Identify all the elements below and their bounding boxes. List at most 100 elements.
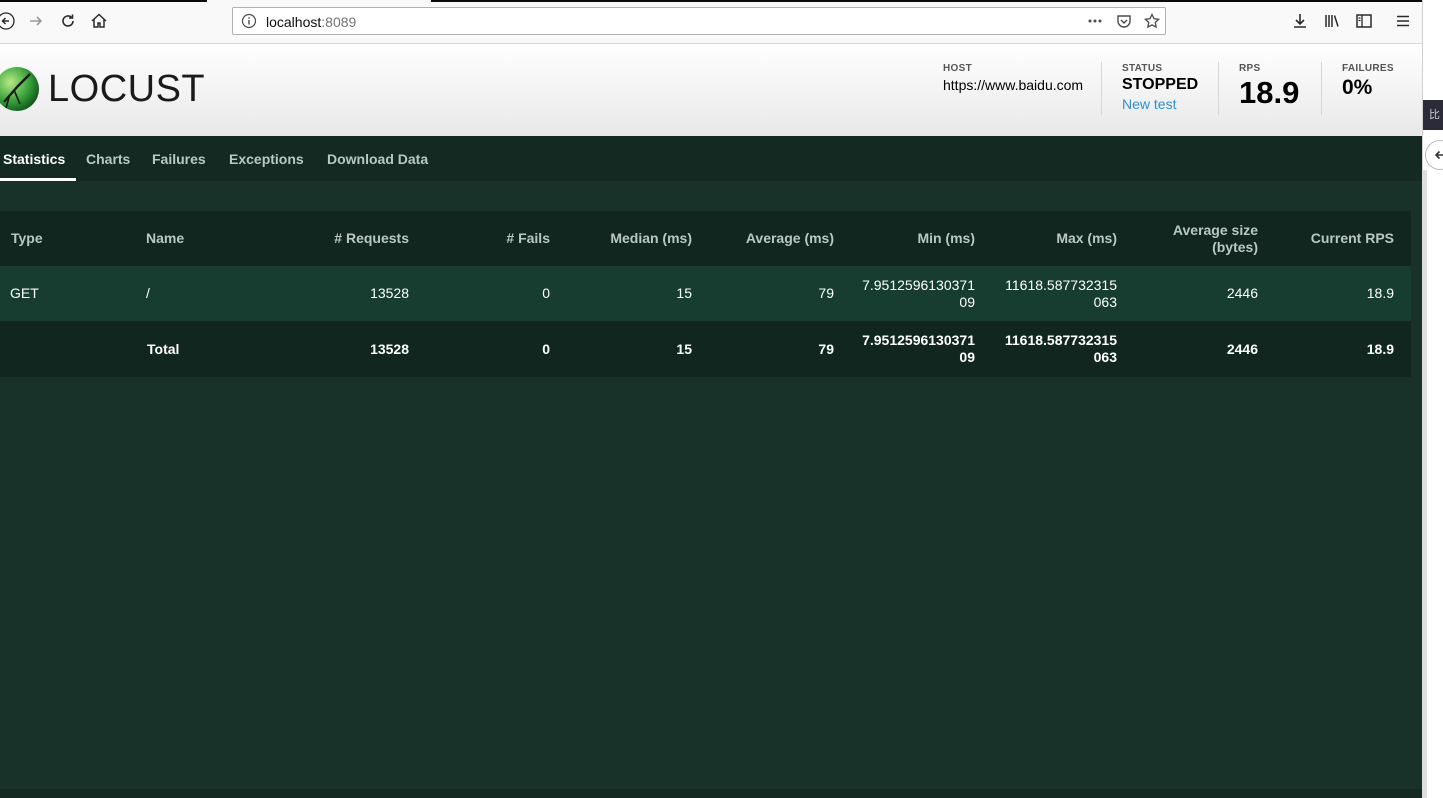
total-current-rps-text: 18.9 [1366, 340, 1394, 357]
total-max-text: 11618.587732315 063 [1005, 332, 1117, 366]
total-fails: 0 [542, 321, 550, 377]
col-min-label: Min (ms) [917, 230, 975, 246]
reload-icon[interactable] [56, 9, 80, 33]
tab-charts[interactable]: Charts [86, 151, 130, 167]
col-current-rps[interactable]: Current RPS [1311, 211, 1394, 266]
total-avg-size-text: 2446 [1226, 340, 1258, 357]
url-bar[interactable]: localhost:8089 [232, 7, 1166, 35]
adjacent-window-tab[interactable]: 比 [1423, 100, 1443, 130]
col-median-label: Median (ms) [610, 230, 692, 246]
cell-median: 15 [676, 266, 692, 321]
cell-fails-text: 0 [542, 285, 550, 301]
cell-max: 11618.587732315 063 [1005, 266, 1117, 321]
col-average[interactable]: Average (ms) [746, 211, 834, 266]
col-avg-size-label: Average size (bytes) [1173, 222, 1258, 256]
total-average-text: 79 [818, 340, 834, 357]
locust-logo-icon [0, 67, 39, 111]
home-icon[interactable] [87, 9, 111, 33]
cell-avg-size-text: 2446 [1226, 285, 1258, 301]
download-icon[interactable] [1290, 11, 1310, 31]
cell-min-line1: 7.9512596130371 [862, 276, 975, 293]
total-requests-text: 13528 [370, 340, 409, 357]
tab-statistics[interactable]: Statistics [3, 151, 65, 167]
cell-type: GET [10, 266, 39, 321]
total-average: 79 [818, 321, 834, 377]
sidebar-icon[interactable] [1354, 11, 1374, 31]
total-avg-size: 2446 [1227, 321, 1258, 377]
cell-max-text: 11618.587732315 063 [1005, 277, 1117, 311]
cell-average: 79 [818, 266, 834, 321]
total-fails-text: 0 [542, 340, 550, 357]
col-requests[interactable]: # Requests [334, 211, 409, 266]
cell-min-line2: 09 [959, 293, 975, 310]
cell-fails: 0 [542, 266, 550, 321]
bookmark-star-icon[interactable] [1143, 12, 1161, 30]
divider [1321, 62, 1322, 115]
cell-type-text: GET [10, 285, 39, 301]
host-box: HOST https://www.baidu.com [943, 63, 1083, 93]
col-max-label: Max (ms) [1056, 230, 1117, 246]
col-min[interactable]: Min (ms) [917, 211, 975, 266]
tab-bar: Statistics Charts Failures Exceptions Do… [0, 136, 1422, 181]
failures-value: 0% [1342, 76, 1373, 99]
cell-average-text: 79 [818, 285, 834, 301]
forward-icon[interactable] [24, 9, 48, 33]
active-tab-indicator [0, 178, 76, 181]
library-icon[interactable] [1322, 11, 1342, 31]
col-name-label: Name [146, 230, 185, 246]
tab-exceptions[interactable]: Exceptions [229, 151, 304, 167]
col-avg-size-label-line2: (bytes) [1212, 238, 1258, 255]
host-label: HOST [943, 63, 972, 74]
divider [1101, 62, 1102, 115]
menu-icon[interactable] [1393, 11, 1413, 31]
rps-label: RPS [1239, 63, 1261, 74]
adjacent-window-tab-text: 比 [1429, 109, 1440, 121]
col-median[interactable]: Median (ms) [610, 211, 692, 266]
total-min: 7.9512596130371 09 [862, 321, 975, 377]
adjacent-window-scrollbar [1422, 170, 1427, 798]
cell-max-line2: 063 [1093, 293, 1117, 310]
total-requests: 13528 [370, 321, 409, 377]
col-avg-size[interactable]: Average size (bytes) [1173, 211, 1258, 266]
cell-current-rps: 18.9 [1367, 266, 1394, 321]
total-max-line1: 11618.587732315 [1004, 332, 1117, 348]
table-total-row: Total 13528 0 15 79 7.9512596130371 09 11… [0, 321, 1411, 377]
failures-label: FAILURES [1342, 63, 1394, 74]
col-requests-label: # Requests [334, 230, 409, 246]
total-label: Total [147, 321, 179, 377]
col-fails-label: # Fails [506, 230, 550, 246]
tab-strip-edge [431, 0, 1422, 2]
col-name[interactable]: Name [146, 211, 184, 266]
total-median-text: 15 [676, 340, 692, 357]
cell-current-rps-text: 18.9 [1366, 285, 1394, 301]
table-row: GET / 13528 0 15 79 7.9512596130371 09 11… [0, 266, 1411, 321]
url-port: :8089 [321, 14, 357, 30]
url-host: localhost [266, 14, 322, 30]
col-current-rps-label: Current RPS [1310, 230, 1394, 246]
pocket-icon[interactable] [1115, 12, 1133, 30]
status-value: STOPPED [1122, 76, 1199, 93]
more-actions-icon[interactable] [1086, 12, 1104, 30]
new-test-link[interactable]: New test [1122, 96, 1198, 112]
cell-avg-size: 2446 [1227, 266, 1258, 321]
back-icon[interactable] [0, 9, 18, 33]
col-max[interactable]: Max (ms) [1056, 211, 1117, 266]
rps-value: 18.9 [1239, 75, 1300, 110]
col-fails[interactable]: # Fails [506, 211, 550, 266]
info-icon[interactable] [241, 13, 257, 29]
tab-failures[interactable]: Failures [152, 151, 206, 167]
app-main: Statistics Charts Failures Exceptions Do… [0, 136, 1422, 798]
total-min-line1: 7.9512596130371 [862, 332, 975, 348]
total-max: 11618.587732315 063 [1005, 321, 1117, 377]
cell-min-text: 7.9512596130371 09 [862, 277, 975, 311]
cell-name: / [146, 266, 150, 321]
col-type[interactable]: Type [11, 211, 43, 266]
table-header-row: Type Name # Requests # Fails Median (ms)… [0, 211, 1411, 266]
col-type-label: Type [11, 230, 43, 246]
status-box: STATUS STOPPED New test [1122, 63, 1198, 112]
cell-requests: 13528 [370, 266, 409, 321]
total-median: 15 [676, 321, 692, 377]
tab-download-data[interactable]: Download Data [327, 151, 428, 167]
total-max-line2: 063 [1093, 349, 1117, 365]
browser-toolbar: localhost:8089 [0, 0, 1422, 44]
